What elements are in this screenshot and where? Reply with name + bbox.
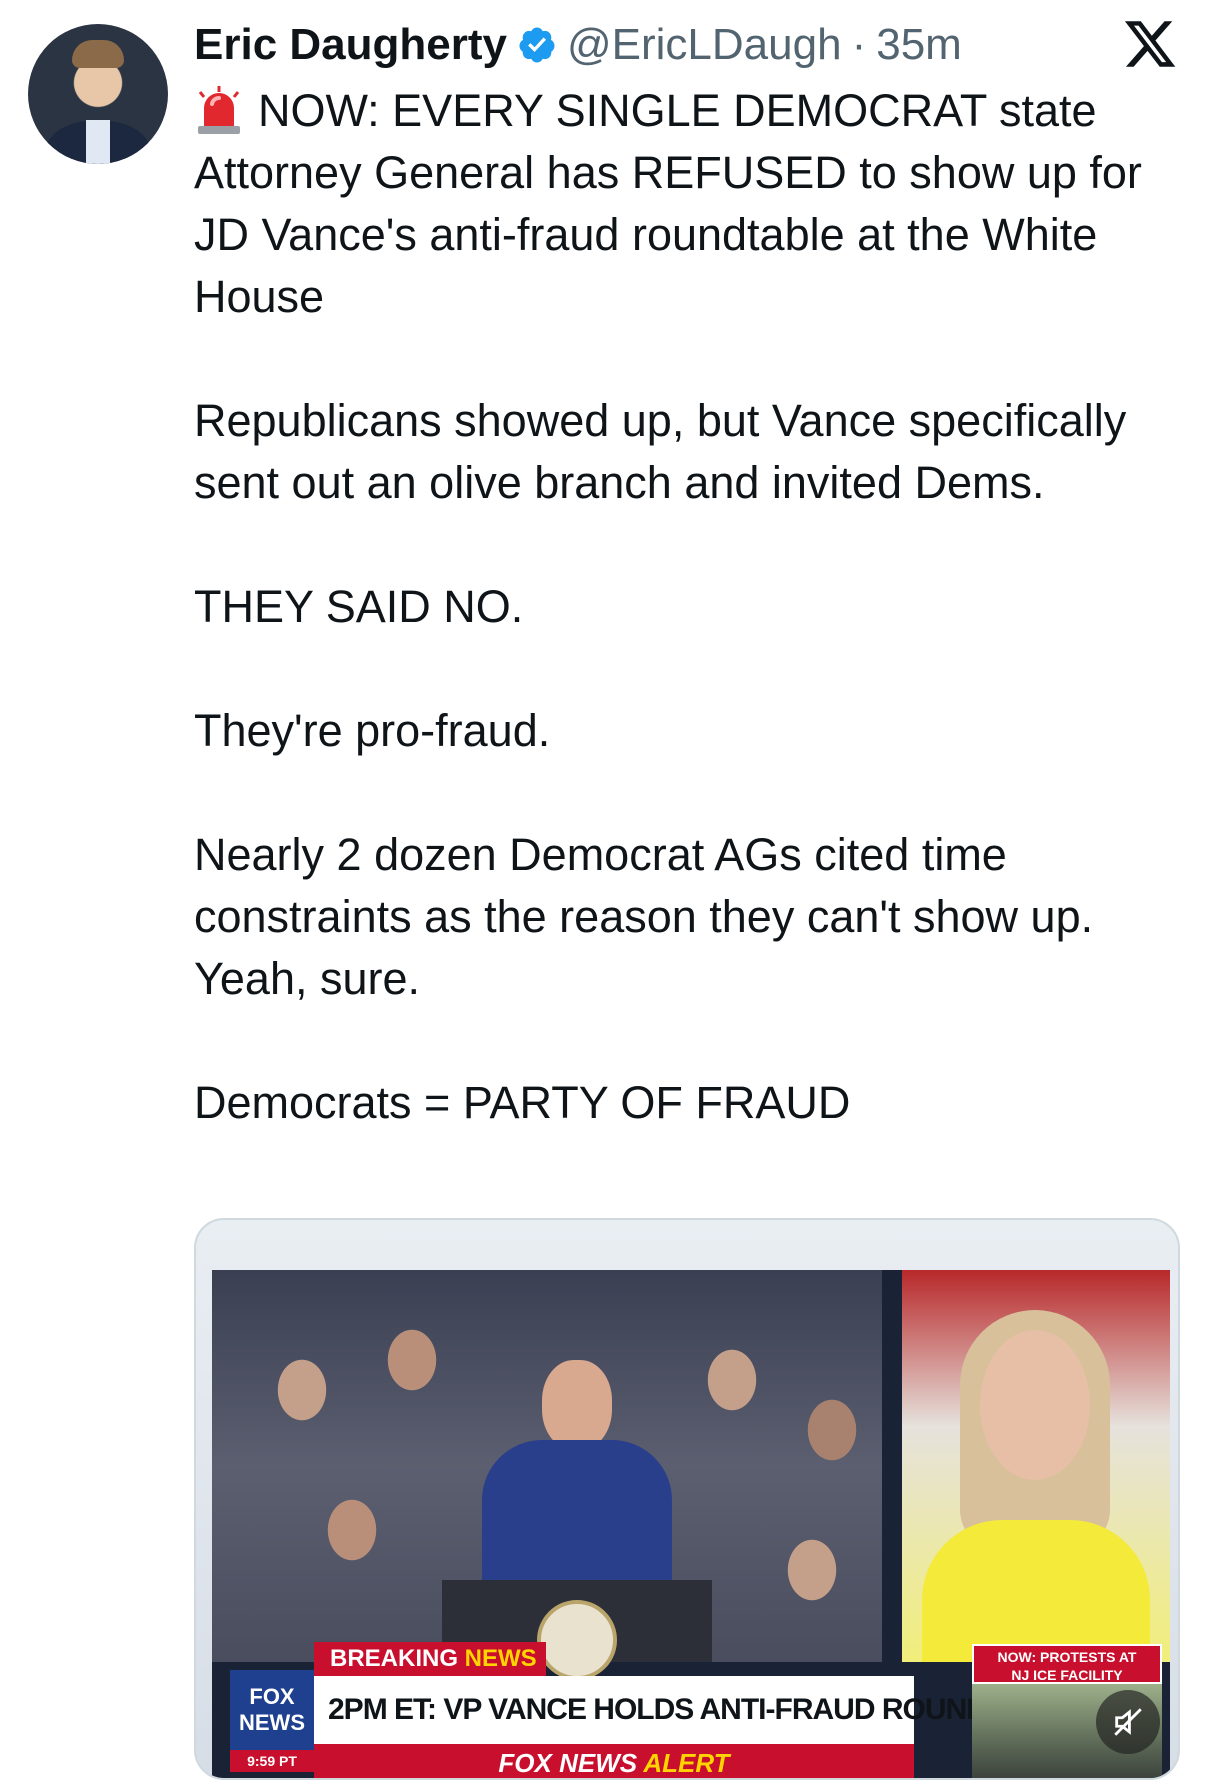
breaking-news-banner: BREAKING NEWS xyxy=(314,1642,546,1676)
vp-seal xyxy=(537,1600,617,1680)
breaking-label: BREAKING xyxy=(330,1645,465,1672)
mute-button[interactable] xyxy=(1096,1690,1160,1754)
tweet-paragraph: NOW: EVERY SINGLE DEMOCRAT state Attorne… xyxy=(194,80,1184,328)
x-logo-icon xyxy=(1124,21,1176,67)
verified-badge-icon xyxy=(519,27,555,63)
timestamp[interactable]: 35m xyxy=(876,20,962,70)
logo-line-2: NEWS xyxy=(239,1710,305,1735)
side-label-line-1: NOW: PROTESTS AT xyxy=(997,1649,1137,1665)
chyron-headline: 2PM ET: VP VANCE HOLDS ANTI-FRAUD ROUNDT… xyxy=(314,1676,1081,1744)
tweet-header: Eric Daugherty @EricLDaugh · 35m xyxy=(194,14,962,76)
author-name[interactable]: Eric Daugherty xyxy=(194,20,507,70)
tweet-paragraph: They're pro-fraud. xyxy=(194,705,551,756)
rally-scene xyxy=(212,1270,882,1680)
author-handle[interactable]: @EricLDaugh xyxy=(567,20,842,70)
fox-news-alert-banner: FOX NEWS ALERT xyxy=(314,1744,914,1778)
muted-speaker-icon xyxy=(1114,1708,1142,1736)
video-frame: BREAKING NEWS 2PM ET: VP VANCE HOLDS ANT… xyxy=(212,1270,1170,1778)
tweet-paragraph-text: NOW: EVERY SINGLE DEMOCRAT state Attorne… xyxy=(194,85,1142,322)
video-media[interactable]: BREAKING NEWS 2PM ET: VP VANCE HOLDS ANT… xyxy=(194,1218,1180,1780)
speaker-head xyxy=(542,1360,612,1450)
side-panel-label: NOW: PROTESTS AT NJ ICE FACILITY xyxy=(972,1644,1162,1684)
host-head xyxy=(980,1330,1090,1480)
fox-news-logo: FOX NEWS xyxy=(230,1670,314,1750)
side-label-line-2: NJ ICE FACILITY xyxy=(1011,1667,1123,1683)
logo-line-1: FOX xyxy=(249,1684,295,1709)
alert-prefix: FOX NEWS xyxy=(498,1748,644,1778)
host-panel xyxy=(902,1270,1170,1662)
separator-dot: · xyxy=(851,20,867,69)
tweet-paragraph: Republicans showed up, but Vance specifi… xyxy=(194,395,1127,508)
broadcast-clock: 9:59 PT xyxy=(230,1750,314,1772)
host-jacket xyxy=(922,1520,1150,1662)
tweet-text: NOW: EVERY SINGLE DEMOCRAT state Attorne… xyxy=(194,80,1184,1196)
tweet-paragraph: Nearly 2 dozen Democrat AGs cited time c… xyxy=(194,829,1094,1004)
alert-word: ALERT xyxy=(643,1748,730,1778)
news-label: NEWS xyxy=(464,1645,537,1672)
avatar[interactable] xyxy=(28,24,168,164)
tweet[interactable]: Eric Daugherty @EricLDaugh · 35m NOW: EV… xyxy=(0,0,1206,1788)
tweet-paragraph: THEY SAID NO. xyxy=(194,581,524,632)
avatar-shirt xyxy=(86,120,110,164)
avatar-hair xyxy=(72,40,124,68)
siren-emoji-icon xyxy=(198,86,240,134)
tweet-paragraph: Democrats = PARTY OF FRAUD xyxy=(194,1077,851,1128)
